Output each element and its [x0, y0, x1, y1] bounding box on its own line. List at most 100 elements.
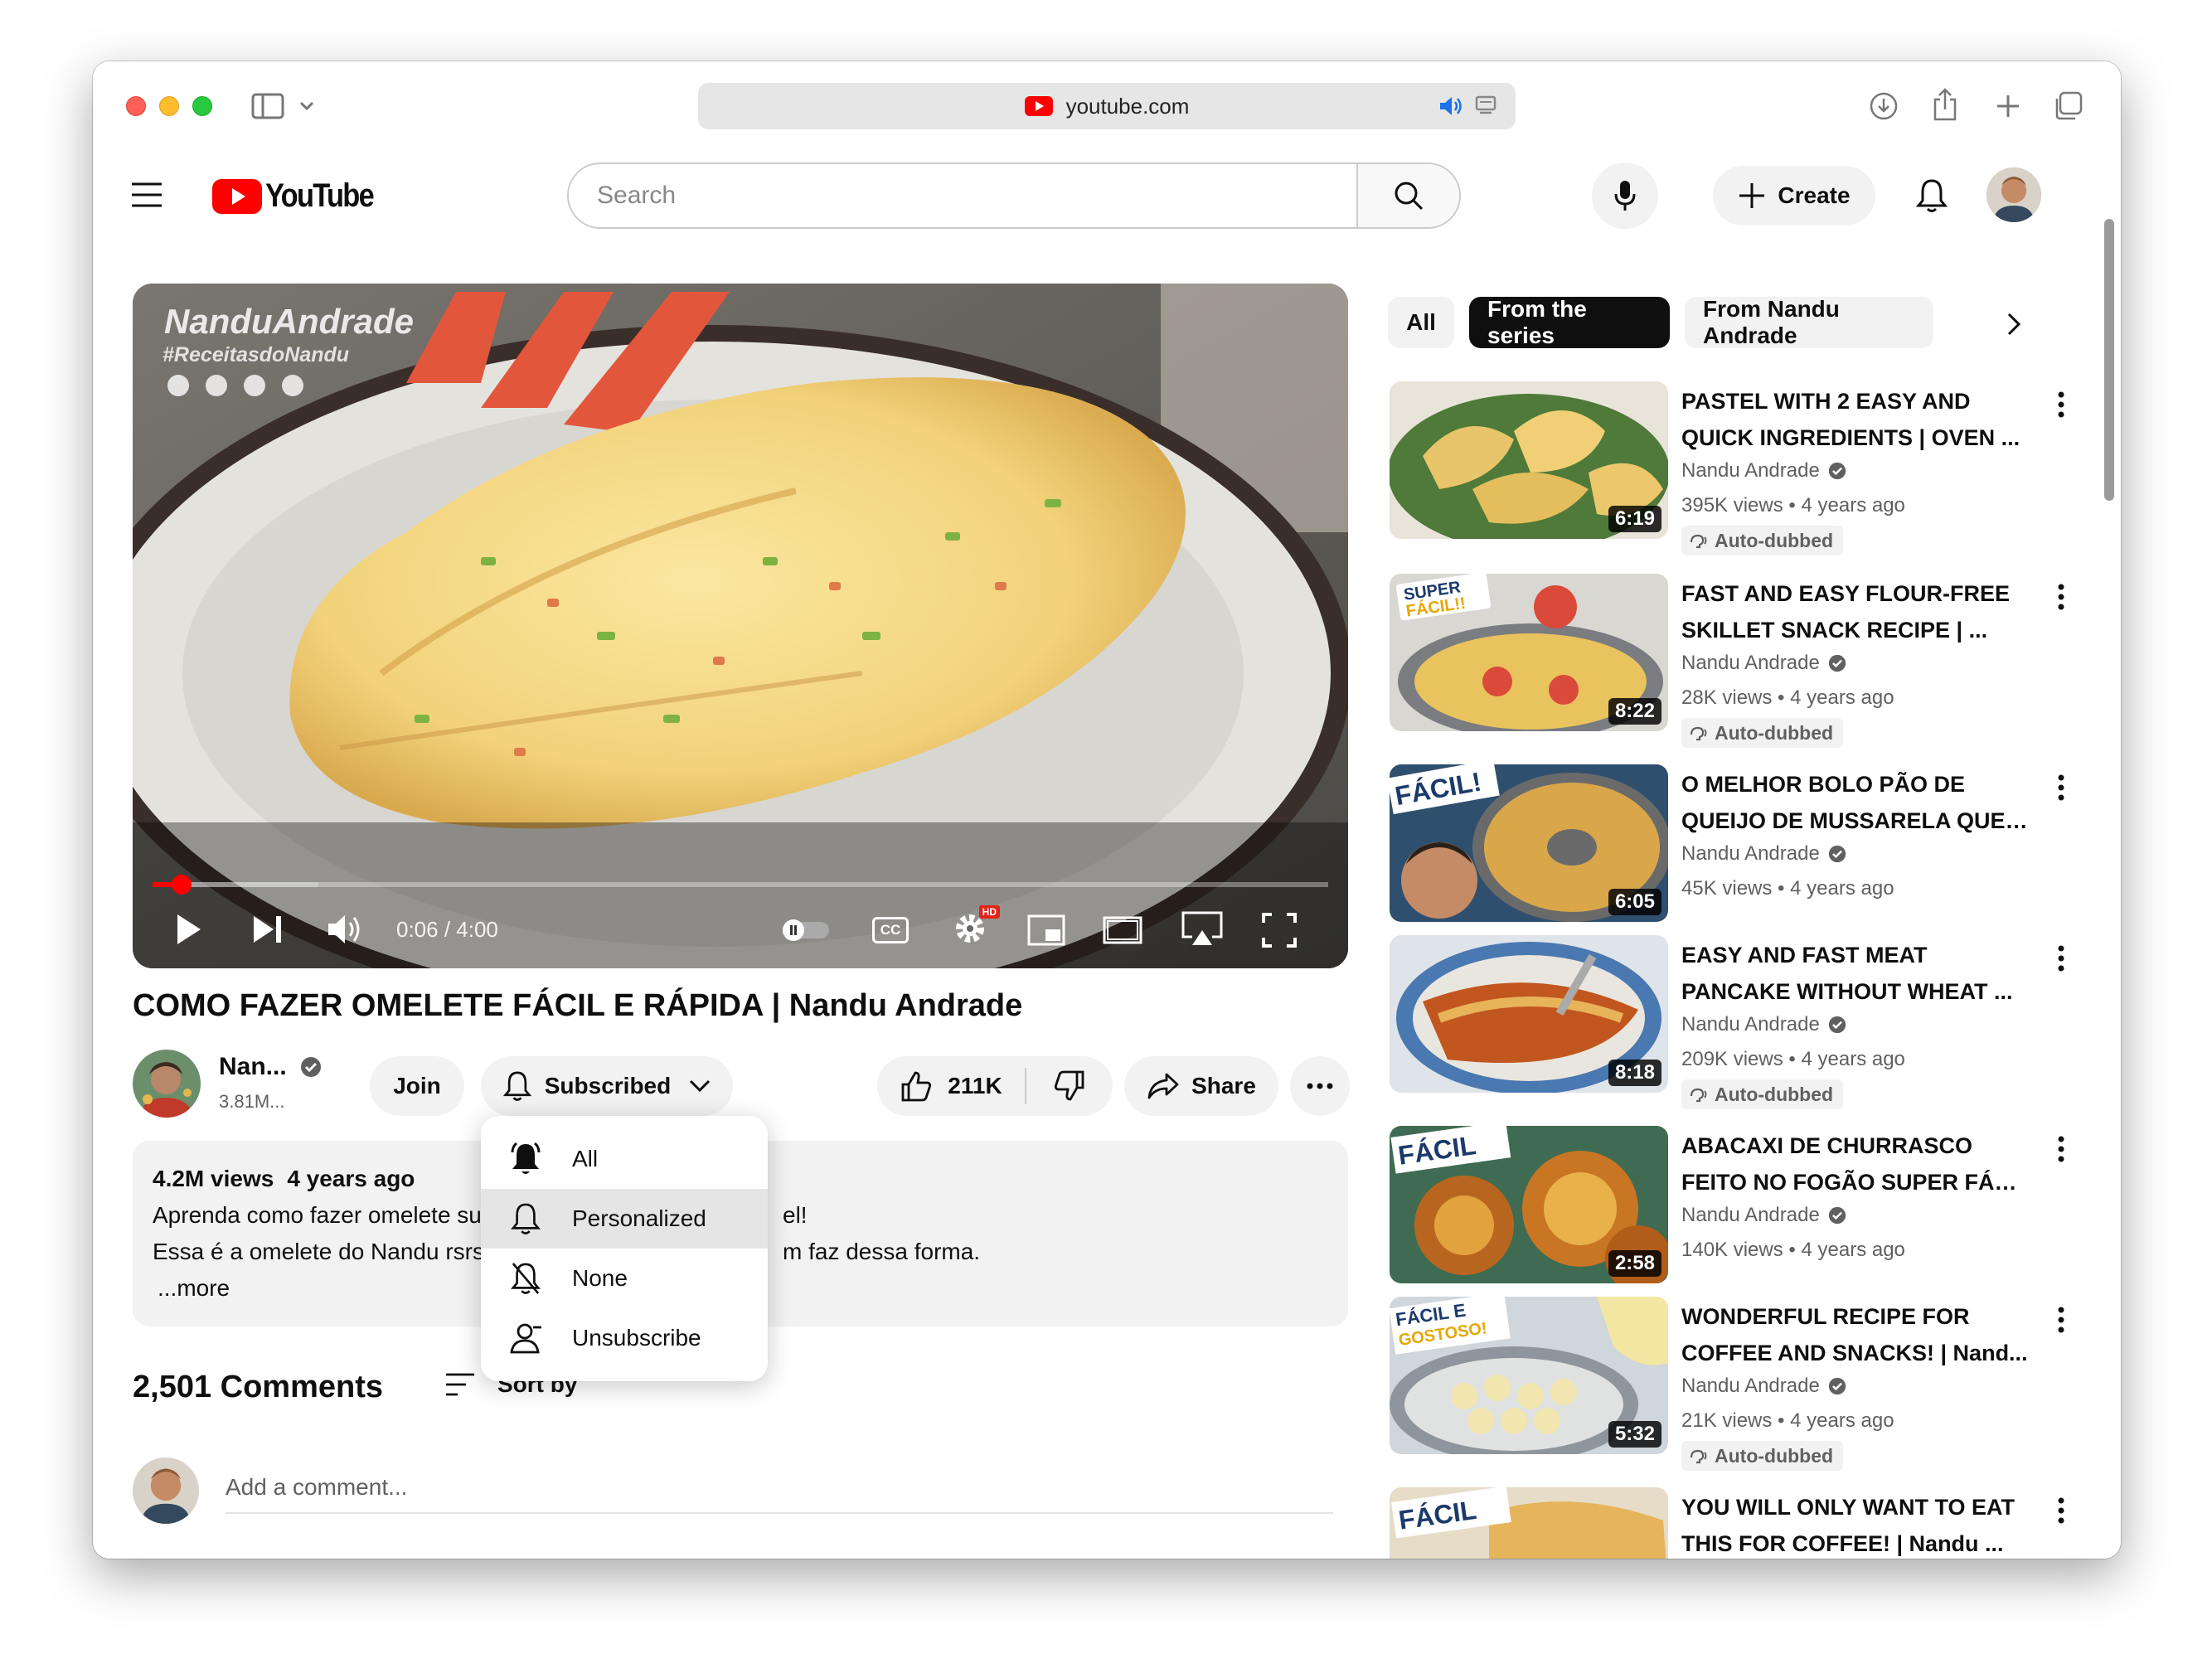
- chips-next-button[interactable]: [1991, 302, 2036, 347]
- settings-button[interactable]: HD: [948, 905, 1000, 948]
- chip-from-nandu-andrade[interactable]: From Nandu Andrade: [1685, 296, 1933, 348]
- page-scrollbar[interactable]: [2096, 149, 2121, 1559]
- play-button[interactable]: [169, 910, 207, 948]
- video-player[interactable]: NanduAndrade #ReceitasdoNandu 0:06 / 4:0…: [133, 284, 1348, 968]
- video-more-button[interactable]: [2045, 940, 2078, 977]
- subscribed-button[interactable]: Subscribed: [481, 1056, 733, 1116]
- chip-from-the-series[interactable]: From the series: [1469, 296, 1670, 348]
- video-thumbnail[interactable]: FÁCIL 2:58: [1390, 1126, 1668, 1283]
- progress-bar[interactable]: [153, 875, 1328, 895]
- speaker-icon[interactable]: [1438, 95, 1464, 124]
- recommended-video[interactable]: FÁCIL E GOSTOSO! 5:32 WONDERFUL RECIPE FO…: [1390, 1297, 2094, 1471]
- channel-avatar[interactable]: [133, 1050, 201, 1118]
- add-comment-input[interactable]: Add a comment...: [226, 1462, 1333, 1514]
- autoplay-toggle[interactable]: [779, 914, 832, 947]
- airplay-button[interactable]: [1179, 909, 1225, 950]
- upload-age: 4 years ago: [1801, 1239, 1905, 1261]
- video-channel[interactable]: Nandu Andrade: [1681, 842, 1846, 866]
- notif-option-unsubscribe[interactable]: Unsubscribe: [481, 1308, 768, 1368]
- video-title[interactable]: WONDERFUL RECIPE FOR COFFEE AND SNACKS! |…: [1681, 1298, 2030, 1371]
- close-window-button[interactable]: [126, 96, 146, 116]
- upload-age: 4 years ago: [1790, 877, 1894, 900]
- upload-age: 4 years ago: [1790, 686, 1894, 709]
- video-title-line-2: THIS FOR COFFEE! | Nandu ...: [1681, 1531, 2004, 1556]
- next-button[interactable]: [249, 910, 287, 948]
- video-thumbnail[interactable]: 6:19: [1390, 381, 1668, 539]
- video-channel[interactable]: Nandu Andrade: [1681, 1375, 1846, 1398]
- video-thumbnail[interactable]: FÁCIL: [1390, 1487, 1668, 1559]
- join-button[interactable]: Join: [370, 1056, 464, 1116]
- hd-badge: HD: [978, 905, 1000, 919]
- fullscreen-button[interactable]: [1259, 910, 1300, 950]
- search-button[interactable]: [1356, 164, 1459, 227]
- tabs-icon[interactable]: [2049, 88, 2086, 124]
- video-title[interactable]: EASY AND FAST MEAT PANCAKE WITHOUT WHEAT …: [1681, 937, 2030, 1010]
- video-title[interactable]: O MELHOR BOLO PÃO DE QUEIJO DE MUSSARELA …: [1681, 766, 2030, 839]
- video-thumbnail[interactable]: FÁCIL E GOSTOSO! 5:32: [1390, 1297, 1668, 1454]
- share-button[interactable]: Share: [1124, 1056, 1278, 1116]
- chip-all[interactable]: All: [1388, 297, 1454, 348]
- dubbed-audio-icon: [1690, 1088, 1707, 1103]
- video-more-button[interactable]: [2045, 1131, 2078, 1167]
- video-thumbnail[interactable]: SUPER FÁCIL!! 8:22: [1390, 574, 1668, 731]
- notif-option-none[interactable]: None: [481, 1249, 768, 1308]
- chevron-down-icon[interactable]: [297, 95, 317, 118]
- user-avatar[interactable]: [1986, 167, 2041, 222]
- video-meta: 209K views • 4 years ago: [1681, 1048, 1905, 1070]
- zoom-window-button[interactable]: [192, 96, 212, 116]
- more-actions-button[interactable]: [1290, 1056, 1350, 1116]
- search-input[interactable]: [569, 164, 1459, 227]
- video-title[interactable]: ABACAXI DE CHURRASCO FEITO NO FOGÃO SUPER…: [1681, 1128, 2030, 1200]
- scrollbar-thumb[interactable]: [2104, 219, 2114, 501]
- notif-option-personalized[interactable]: Personalized: [481, 1189, 768, 1249]
- search-box: [567, 162, 1461, 229]
- miniplayer-button[interactable]: [1025, 912, 1068, 948]
- captions-button[interactable]: CC: [871, 914, 910, 947]
- video-title[interactable]: PASTEL WITH 2 EASY AND QUICK INGREDIENTS …: [1681, 383, 2030, 456]
- voice-search-button[interactable]: [1592, 162, 1658, 229]
- description-line-1-end: el!: [783, 1202, 808, 1228]
- like-button[interactable]: 211K: [877, 1056, 1025, 1116]
- notifications-bell-icon[interactable]: [1912, 176, 1952, 216]
- sidebar-icon[interactable]: [250, 90, 285, 123]
- video-more-button[interactable]: [2045, 386, 2078, 423]
- video-more-button[interactable]: [2045, 579, 2078, 615]
- video-more-button[interactable]: [2045, 1302, 2078, 1338]
- channel-name[interactable]: Nan...: [219, 1053, 322, 1081]
- create-button[interactable]: Create: [1713, 166, 1875, 226]
- video-channel[interactable]: Nandu Andrade: [1681, 1204, 1846, 1227]
- video-title-line-1: EASY AND FAST MEAT: [1681, 943, 1928, 968]
- video-thumbnail[interactable]: 8:18: [1390, 935, 1668, 1093]
- recommended-video[interactable]: 8:18 EASY AND FAST MEAT PANCAKE WITHOUT W…: [1390, 935, 2094, 1109]
- menu-icon[interactable]: [128, 176, 166, 214]
- volume-button[interactable]: [325, 910, 366, 948]
- theater-mode-button[interactable]: [1101, 912, 1144, 948]
- address-bar[interactable]: youtube.com: [698, 83, 1516, 129]
- new-tab-icon[interactable]: [1991, 90, 2025, 123]
- microphone-icon: [1614, 181, 1636, 211]
- video-title[interactable]: YOU WILL ONLY WANT TO EAT THIS FOR COFFEE…: [1681, 1489, 2030, 1559]
- recommended-video[interactable]: 6:19 PASTEL WITH 2 EASY AND QUICK INGREDI…: [1390, 381, 2094, 555]
- video-more-button[interactable]: [2045, 769, 2078, 806]
- video-channel[interactable]: Nandu Andrade: [1681, 652, 1846, 675]
- time-display: 0:06 / 4:00: [396, 917, 498, 942]
- auto-dubbed-label: Auto-dubbed: [1715, 721, 1834, 744]
- dislike-button[interactable]: [1026, 1056, 1113, 1116]
- reader-icon[interactable]: [1474, 95, 1497, 124]
- recommended-video[interactable]: FÁCIL 2:58 ABACAXI DE CHURRASCO FEITO NO …: [1390, 1126, 2094, 1292]
- recommended-video[interactable]: FÁCIL YOU WILL ONLY WANT TO EAT THIS FOR …: [1390, 1487, 2094, 1559]
- notif-option-all[interactable]: All: [481, 1129, 768, 1189]
- video-channel[interactable]: Nandu Andrade: [1681, 459, 1846, 483]
- miniplayer-icon: [1027, 914, 1065, 946]
- video-thumbnail[interactable]: FÁCIL! 6:05: [1390, 764, 1668, 922]
- watermark-social-icons: [167, 375, 303, 396]
- recommended-video[interactable]: FÁCIL! 6:05 O MELHOR BOLO PÃO DE QUEIJO D…: [1390, 764, 2094, 930]
- minimize-window-button[interactable]: [159, 96, 179, 116]
- video-more-button[interactable]: [2045, 1492, 2078, 1529]
- youtube-logo[interactable]: YouTube: [212, 177, 390, 215]
- video-channel[interactable]: Nandu Andrade: [1681, 1013, 1846, 1036]
- video-title[interactable]: FAST AND EASY FLOUR-FREE SKILLET SNACK RE…: [1681, 575, 2030, 648]
- share-icon[interactable]: [1928, 86, 1962, 123]
- download-icon[interactable]: [1867, 90, 1900, 123]
- recommended-video[interactable]: SUPER FÁCIL!! 8:22 FAST AND EASY FLOUR-FR…: [1390, 574, 2094, 748]
